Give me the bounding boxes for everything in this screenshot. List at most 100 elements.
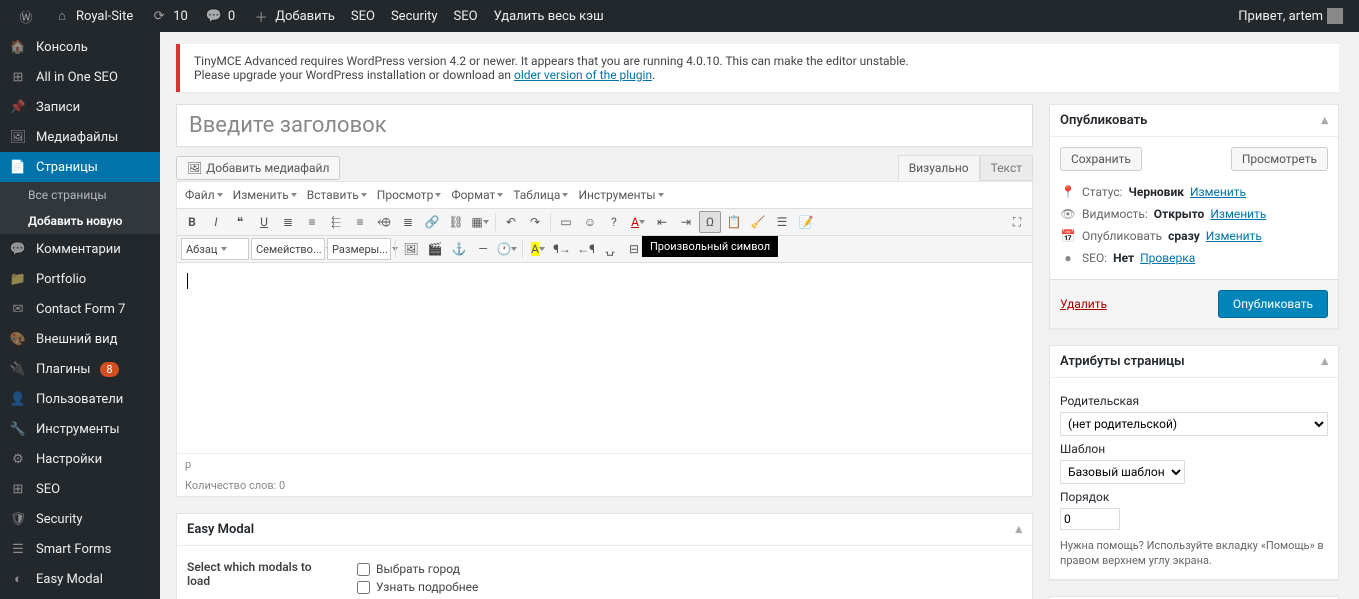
tab-visual[interactable]: Визуально — [898, 155, 980, 181]
menubar-изменить[interactable]: Изменить — [229, 184, 301, 206]
format-button[interactable]: 🧹 — [747, 211, 769, 233]
template-select[interactable]: Базовый шаблон — [1060, 460, 1185, 484]
undo-button[interactable]: ↶ — [500, 211, 522, 233]
topbar-cache[interactable]: Удалить весь кэш — [486, 0, 612, 32]
comments-link[interactable]: 💬0 — [196, 0, 243, 32]
menu-item-6[interactable]: 📁Portfolio — [0, 264, 160, 294]
link-button[interactable]: 🔗 — [421, 211, 443, 233]
topbar-seo2[interactable]: SEO — [446, 0, 486, 32]
menu-item-8[interactable]: 🎨Внешний вид — [0, 324, 160, 354]
modal-option-1[interactable]: Узнать подробнее — [357, 578, 1022, 596]
edit-visibility-link[interactable]: Изменить — [1210, 207, 1266, 221]
textcolor-button[interactable]: A — [627, 211, 649, 233]
menu-item-2[interactable]: 📌Записи — [0, 92, 160, 122]
ul-button[interactable]: ≣ — [277, 211, 299, 233]
tab-text[interactable]: Текст — [980, 155, 1033, 181]
proofread-button[interactable]: 📝 — [795, 211, 817, 233]
readmore-button[interactable]: ▭ — [555, 211, 577, 233]
menubar-инструменты[interactable]: Инструменты — [574, 184, 667, 206]
font-family-select[interactable]: Семейство... — [251, 238, 325, 260]
help-button[interactable]: ? — [603, 211, 625, 233]
table-button[interactable]: ▦ — [469, 211, 491, 233]
ol-button[interactable]: ≡ — [301, 211, 323, 233]
unlink-button[interactable]: ⛓ — [445, 211, 467, 233]
menu-item-13[interactable]: ⊞SEO — [0, 474, 160, 504]
ltr-button[interactable]: ¶→ — [551, 238, 573, 260]
toggle-icon[interactable]: ▴ — [1015, 522, 1022, 537]
toggle-icon[interactable]: ▴ — [1321, 113, 1328, 128]
menu-item-17[interactable]: 📱WPtouch — [0, 594, 160, 599]
image-button[interactable]: 🖼 — [400, 238, 422, 260]
align-justify-button[interactable]: ≣ — [397, 211, 419, 233]
outdent-button[interactable]: ⇤ — [651, 211, 673, 233]
menubar-вставить[interactable]: Вставить — [303, 184, 371, 206]
post-title-input[interactable] — [177, 105, 1032, 146]
delete-link[interactable]: Удалить — [1060, 297, 1107, 311]
parent-select[interactable]: (нет родительской) — [1060, 412, 1328, 436]
font-size-select[interactable]: Размеры... — [327, 238, 391, 260]
hr-button[interactable]: — — [472, 238, 494, 260]
updates-link[interactable]: ⟳10 — [141, 0, 196, 32]
redo-button[interactable]: ↷ — [524, 211, 546, 233]
add-new-link[interactable]: ＋Добавить — [243, 0, 343, 32]
align-center-button[interactable]: ≡ — [349, 211, 371, 233]
menubar-файл[interactable]: Файл — [181, 184, 227, 206]
notice-link[interactable]: older version of the plugin — [514, 68, 652, 82]
editor-body[interactable] — [177, 263, 1032, 453]
order-input[interactable] — [1060, 508, 1120, 530]
menu-item-11[interactable]: 🔧Инструменты — [0, 414, 160, 444]
italic-button[interactable]: I — [205, 211, 227, 233]
menu-item-12[interactable]: ⚙Настройки — [0, 444, 160, 474]
bold-button[interactable]: B — [181, 211, 203, 233]
menubar-формат[interactable]: Формат — [447, 184, 507, 206]
menu-item-1[interactable]: ⊞All in One SEO — [0, 62, 160, 92]
blockquote-button[interactable]: ❝ — [229, 211, 251, 233]
format-select[interactable]: Абзац — [181, 238, 249, 260]
submenu-all-pages[interactable]: Все страницы — [0, 182, 160, 208]
menubar-таблица[interactable]: Таблица — [509, 184, 572, 206]
datetime-button[interactable]: 🕐 — [496, 238, 518, 260]
menu-item-9[interactable]: 🔌Плагины8 — [0, 354, 160, 384]
align-left-button[interactable]: ⬱ — [325, 211, 347, 233]
emoticons-button[interactable]: ☺ — [579, 211, 601, 233]
my-account[interactable]: Привет, artem — [1230, 0, 1351, 32]
menu-item-4[interactable]: 📄Страницы — [0, 152, 160, 182]
align-right-button[interactable]: ⬲ — [373, 211, 395, 233]
backcolor-button[interactable]: A — [527, 238, 549, 260]
anchor-button[interactable]: ⚓ — [448, 238, 470, 260]
seo-check-link[interactable]: Проверка — [1140, 251, 1195, 265]
topbar-security[interactable]: Security — [383, 0, 446, 32]
menu-item-7[interactable]: ✉Contact Form 7 — [0, 294, 160, 324]
sink-button[interactable]: ☰ — [771, 211, 793, 233]
save-draft-button[interactable]: Сохранить — [1060, 147, 1142, 171]
menu-item-15[interactable]: ☰Smart Forms — [0, 534, 160, 564]
preview-button[interactable]: Просмотреть — [1231, 147, 1328, 171]
media-button[interactable]: 🎬 — [424, 238, 446, 260]
menu-item-5[interactable]: 💬Комментарии — [0, 234, 160, 264]
modal-option-0[interactable]: Выбрать город — [357, 560, 1022, 578]
edit-status-link[interactable]: Изменить — [1190, 185, 1246, 199]
menu-item-16[interactable]: ◐Easy Modal — [0, 564, 160, 594]
underline-button[interactable]: U — [253, 211, 275, 233]
modal-checkbox[interactable] — [357, 581, 370, 594]
menu-item-10[interactable]: 👤Пользователи — [0, 384, 160, 414]
indent-button[interactable]: ⇥ — [675, 211, 697, 233]
nbsp-button[interactable]: ⍽ — [599, 238, 621, 260]
fullscreen-button[interactable]: ⛶ — [1006, 211, 1028, 233]
wp-logo[interactable]: Ⓦ — [8, 0, 44, 32]
paste-button[interactable]: 📋 — [723, 211, 745, 233]
topbar-seo[interactable]: SEO — [343, 0, 383, 32]
add-media-button[interactable]: 🖼Добавить медиафайл — [176, 156, 340, 180]
menu-item-0[interactable]: 🏠Консоль — [0, 32, 160, 62]
site-link[interactable]: ⌂Royal-Site — [44, 0, 141, 32]
rtl-button[interactable]: ←¶ — [575, 238, 597, 260]
charmap-button[interactable]: Ω Произвольный символ — [699, 211, 721, 233]
modal-checkbox[interactable] — [357, 563, 370, 576]
publish-button[interactable]: Опубликовать — [1218, 290, 1328, 318]
menubar-просмотр[interactable]: Просмотр — [373, 184, 446, 206]
menu-item-3[interactable]: 🖼Медиафайлы — [0, 122, 160, 152]
toggle-icon[interactable]: ▴ — [1321, 354, 1328, 369]
edit-schedule-link[interactable]: Изменить — [1206, 229, 1262, 243]
menu-item-14[interactable]: 🛡Security — [0, 504, 160, 534]
submenu-add-new[interactable]: Добавить новую — [0, 208, 160, 234]
